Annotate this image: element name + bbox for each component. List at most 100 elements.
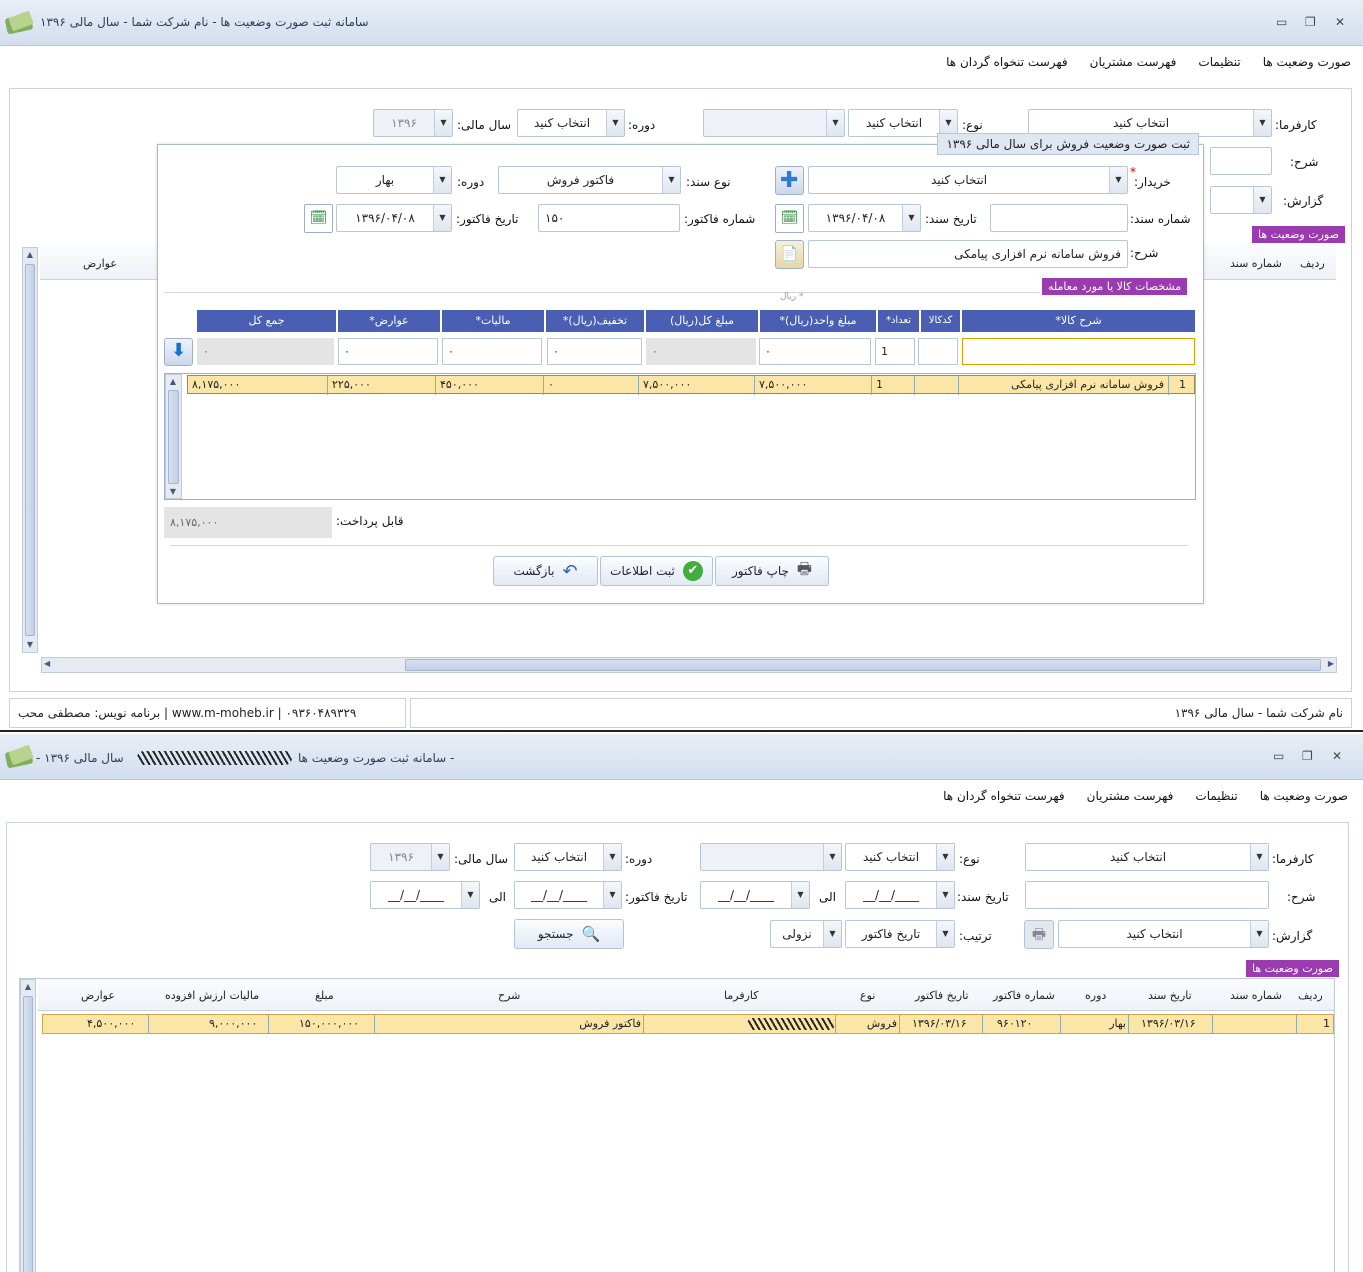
entry-maliat[interactable]: ۰: [442, 338, 542, 365]
search-button[interactable]: 🔍 جستجو: [514, 919, 624, 949]
sort-direction-select[interactable]: نزولی ▼: [770, 920, 842, 948]
col-sharh-kala: شرح کالا*: [962, 310, 1195, 332]
noe-label: نوع:: [962, 118, 983, 132]
items-vertical-scrollbar[interactable]: ▲ ▼: [165, 374, 182, 499]
sharh-label: شرح:: [1287, 890, 1316, 904]
sharh-label: شرح:: [1290, 155, 1319, 169]
sharh-input[interactable]: فروش سامانه نرم افزاری پیامکی: [808, 240, 1128, 268]
menu-item-statements[interactable]: صورت وضعیت ها: [1260, 789, 1348, 803]
menu-item-customers[interactable]: فهرست مشتریان: [1087, 789, 1174, 803]
tartib-select[interactable]: تاریخ فاکتور ▼: [845, 920, 955, 948]
add-row-button[interactable]: ⬇: [164, 338, 193, 366]
menu-item-petty-cash[interactable]: فهرست تنخواه گردان ها: [943, 789, 1065, 803]
minimize-icon[interactable]: ▭: [1276, 15, 1287, 29]
scroll-left-icon[interactable]: ◀: [44, 659, 50, 668]
entry-takhfif[interactable]: ۰: [547, 338, 642, 365]
col-tarikh-sanad: تاریخ سند: [1148, 989, 1192, 1002]
col-shomare-sanad: شماره سند: [1230, 257, 1282, 270]
sharh-input[interactable]: [1210, 147, 1272, 175]
entry-tedad[interactable]: 1: [875, 338, 915, 365]
scroll-up-icon[interactable]: ▲: [166, 375, 180, 389]
col-shomare-factor: شماره فاکتور: [993, 989, 1055, 1002]
calendar-icon[interactable]: 🗓: [304, 204, 333, 233]
tarikh-sanad-picker[interactable]: ۱۳۹۶/۰۴/۰۸ ▼: [808, 204, 921, 232]
restore-icon[interactable]: ❐: [1305, 15, 1316, 29]
payable-value: ۸,۱۷۵,۰۰۰: [164, 507, 332, 538]
printer-icon: 🖶: [1031, 925, 1047, 943]
menu-item-petty-cash[interactable]: فهرست تنخواه گردان ها: [946, 55, 1068, 69]
shomare-factor-label: شماره فاکتور:: [684, 212, 756, 226]
scroll-down-icon[interactable]: ▼: [166, 485, 180, 499]
grid-horizontal-scrollbar[interactable]: ◀ ▶: [41, 657, 1337, 673]
tarikh-factor-picker[interactable]: ۱۳۹۶/۰۴/۰۸ ▼: [336, 204, 452, 232]
col-radif: ردیف: [1298, 989, 1323, 1002]
menu-item-customers[interactable]: فهرست مشتریان: [1090, 55, 1177, 69]
scroll-up-icon[interactable]: ▲: [23, 248, 37, 262]
tarikh-factor-to[interactable]: ____/__/__ ▼: [370, 881, 480, 909]
sharh-input[interactable]: [1025, 881, 1269, 909]
karfarma-select[interactable]: انتخاب کنید ▼: [1025, 843, 1269, 871]
ela-label: الی: [819, 890, 836, 904]
items-grid: ▲ ▼ ۸,۱۷۵,۰۰۰ ۲۲۵,۰۰۰ ۴۵۰,۰۰۰ ۰ ۷,۵۰۰,۰۰…: [164, 373, 1196, 500]
col-sharh: شرح: [498, 989, 521, 1002]
scroll-right-icon[interactable]: ▶: [1328, 659, 1334, 668]
sale-statement-dialog: ثبت صورت وضعیت فروش برای سال مالی ۱۳۹۶ *…: [157, 133, 1204, 604]
table-row[interactable]: ۸,۱۷۵,۰۰۰ ۲۲۵,۰۰۰ ۴۵۰,۰۰۰ ۰ ۷,۵۰۰,۰۰۰ ۷,…: [187, 375, 1195, 395]
dore-select[interactable]: بهار ▼: [336, 166, 452, 194]
print-invoice-button[interactable]: 🖶 چاپ فاکتور: [715, 556, 829, 586]
shomare-sanad-input[interactable]: [990, 204, 1128, 232]
tarikh-sanad-from[interactable]: ____/__/__ ▼: [845, 881, 955, 909]
add-customer-button[interactable]: ✚: [775, 166, 804, 195]
menu-item-statements[interactable]: صورت وضعیت ها: [1263, 55, 1351, 69]
noe-select[interactable]: انتخاب کنید ▼: [845, 843, 955, 871]
entry-jam-kol: ۰: [197, 338, 334, 365]
entry-mablagh-vahed[interactable]: ۰: [759, 338, 871, 365]
tarikh-factor-from[interactable]: ____/__/__ ▼: [514, 881, 622, 909]
statements-panel: کارفرما: انتخاب کنید ▼ نوع: انتخاب کنید ▼ …: [6, 822, 1349, 1272]
window-title-suffix: - سال مالی ۱۳۹۶: [36, 751, 124, 765]
app-logo-icon: [4, 10, 36, 39]
dore-select[interactable]: انتخاب کنید ▼: [514, 843, 622, 871]
close-icon[interactable]: ✕: [1335, 15, 1345, 29]
tarikh-sanad-to[interactable]: ____/__/__ ▼: [700, 881, 810, 909]
menu-item-settings[interactable]: تنظیمات: [1195, 789, 1237, 803]
restore-icon[interactable]: ❐: [1302, 749, 1313, 763]
dore-label: دوره:: [628, 118, 656, 132]
statements-grid: ▲ ردیف شماره سند تاریخ سند دوره شماره فا…: [19, 978, 1335, 1272]
arrow-down-icon: ⬇: [171, 340, 187, 361]
col-avarez: عوارض*: [338, 310, 440, 332]
entry-kod[interactable]: [918, 338, 958, 365]
minimize-icon[interactable]: ▭: [1273, 749, 1284, 763]
menu-bar: صورت وضعیت ها تنظیمات فهرست مشتریان فهرس…: [0, 781, 1363, 813]
grid-vertical-scrollbar[interactable]: ▲ ▼: [22, 247, 38, 653]
col-mablagh-vahed: مبلغ واحد(ریال)*: [760, 310, 876, 332]
entry-avarez[interactable]: ۰: [338, 338, 438, 365]
back-button[interactable]: ↶ بازگشت: [493, 556, 598, 586]
sharh-label: شرح:: [1130, 246, 1159, 260]
kharidar-select[interactable]: انتخاب کنید ▼: [808, 166, 1128, 194]
print-report-button[interactable]: 🖶: [1024, 920, 1054, 949]
gozaresh-select[interactable]: ▼: [1210, 186, 1272, 214]
scroll-down-icon[interactable]: ▼: [23, 638, 37, 652]
table-row[interactable]: ۴,۵۰۰,۰۰۰ ۹,۰۰۰,۰۰۰ ۱۵۰,۰۰۰,۰۰۰ فاکتور ف…: [42, 1014, 1334, 1034]
grid-vertical-scrollbar[interactable]: ▲: [20, 979, 36, 1272]
redacted-karfarma: [644, 1015, 836, 1034]
unit-note: * ریال: [780, 292, 804, 302]
menu-item-settings[interactable]: تنظیمات: [1198, 55, 1240, 69]
entry-sharh[interactable]: [962, 338, 1195, 365]
shomare-factor-input[interactable]: ۱۵۰: [538, 204, 680, 232]
save-button[interactable]: ✔ ثبت اطلاعات: [600, 556, 713, 586]
close-icon[interactable]: ✕: [1332, 749, 1342, 763]
noe-sanad-select[interactable]: فاکتور فروش ▼: [498, 166, 681, 194]
statements-tag: صورت وضعیت ها: [1246, 960, 1339, 977]
dore-select[interactable]: انتخاب کنید ▼: [517, 109, 625, 137]
calendar-icon[interactable]: 🗓: [775, 204, 804, 233]
window-1: سامانه ثبت صورت وضعیت ها - نام شرکت شما …: [0, 0, 1363, 732]
col-tarikh-factor: تاریخ فاکتور: [915, 989, 969, 1002]
col-mablagh: مبلغ: [315, 989, 334, 1002]
attach-icon[interactable]: 📄: [775, 240, 804, 269]
scroll-up-icon[interactable]: ▲: [21, 980, 35, 994]
check-icon: ✔: [682, 561, 703, 581]
gozaresh-select[interactable]: انتخاب کنید ▼: [1058, 920, 1269, 948]
col-maliat: مالیات*: [442, 310, 544, 332]
